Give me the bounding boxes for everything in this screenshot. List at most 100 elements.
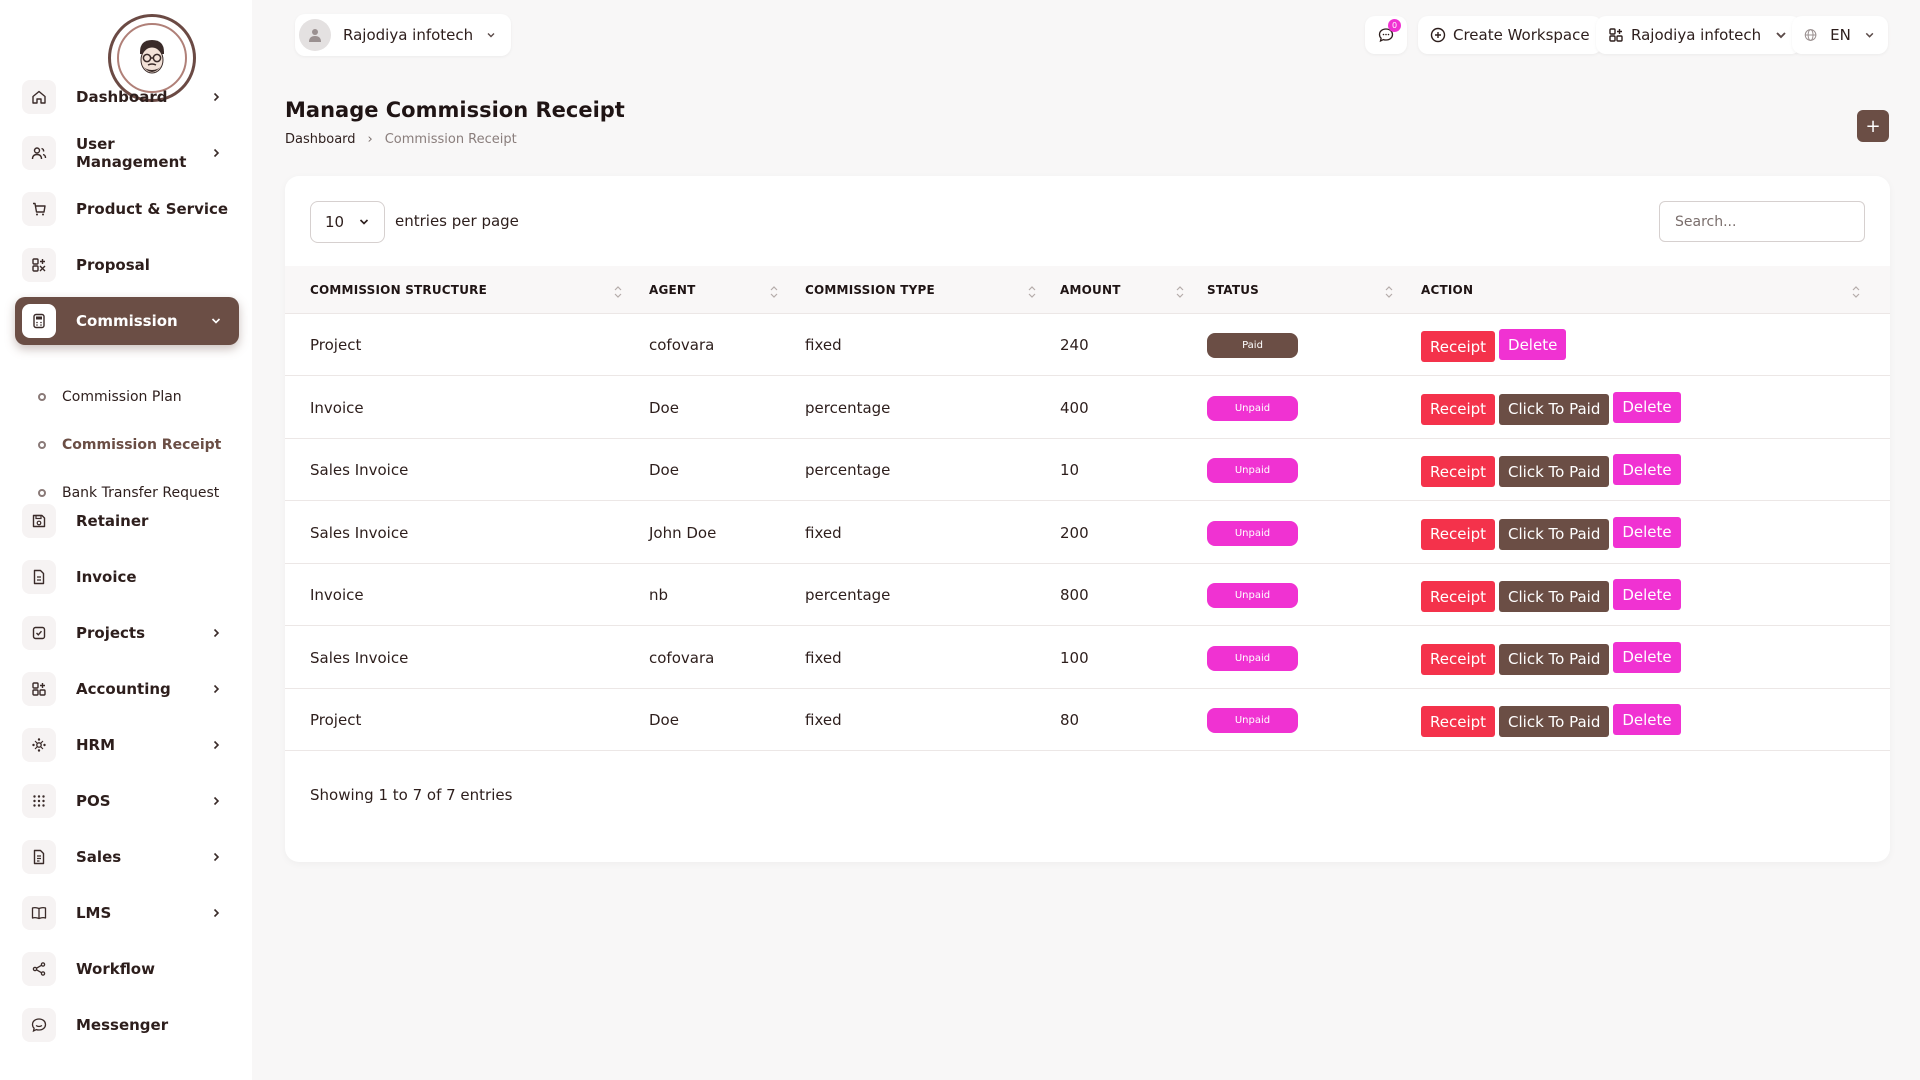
sidebar-item-workflow[interactable]: Workflow	[15, 945, 239, 993]
receipt-button[interactable]: Receipt	[1421, 331, 1496, 362]
click-to-paid-button[interactable]: Click To Paid	[1499, 393, 1610, 425]
plus-circle-icon	[1430, 27, 1446, 43]
language-switcher[interactable]: EN	[1792, 16, 1888, 54]
sidebar-item-product-service[interactable]: Product & Service	[15, 185, 239, 233]
delete-button[interactable]: Delete	[1499, 329, 1567, 360]
share-icon	[22, 952, 56, 986]
sort-icon[interactable]	[1385, 284, 1393, 298]
grid-plus-icon	[22, 672, 56, 706]
cell-type: percentage	[805, 586, 891, 604]
cell-amount: 240	[1060, 336, 1089, 354]
delete-button[interactable]: Delete	[1613, 516, 1681, 548]
sidebar-item-sales[interactable]: Sales	[15, 833, 239, 881]
click-to-paid-button[interactable]: Click To Paid	[1499, 643, 1610, 675]
column-header[interactable]: COMMISSION STRUCTURE	[310, 266, 487, 314]
workspace-switcher[interactable]: Rajodiya infotech	[295, 14, 512, 56]
chevron-down-icon	[359, 219, 369, 225]
messages-button[interactable]: 0	[1365, 16, 1407, 54]
delete-button[interactable]: Delete	[1613, 641, 1681, 673]
sidebar-item-label: HRM	[76, 736, 116, 754]
sidebar-item-label: Sales	[76, 848, 122, 866]
column-header[interactable]: AMOUNT	[1060, 266, 1121, 314]
receipt-button[interactable]: Receipt	[1421, 643, 1496, 675]
sidebar: Dashboard User Management Product & Servic…	[0, 0, 252, 1080]
sidebar-item-hrm[interactable]: HRM	[15, 721, 239, 769]
chevron-right-icon	[208, 625, 224, 641]
sidebar-item-lms[interactable]: LMS	[15, 889, 239, 937]
click-to-paid-button[interactable]: Click To Paid	[1499, 706, 1610, 737]
cell-type: fixed	[805, 711, 842, 729]
sort-icon[interactable]	[1852, 284, 1860, 298]
chevron-down-icon	[1776, 32, 1786, 39]
breadcrumb-dashboard-link[interactable]: Dashboard	[285, 132, 356, 147]
cell-agent: cofovara	[649, 648, 715, 667]
receipt-button[interactable]: Receipt	[1421, 581, 1496, 612]
sidebar-item-label: Projects	[76, 624, 146, 642]
row-actions: Receipt Click To Paid Delete	[1421, 641, 1685, 675]
company-switcher[interactable]: Rajodiya infotech	[1596, 16, 1802, 54]
cell-agent: Doe	[649, 461, 679, 479]
sidebar-item-projects[interactable]: Projects	[15, 609, 239, 657]
file-icon	[22, 560, 56, 594]
add-receipt-button[interactable]: +	[1857, 110, 1889, 142]
column-header[interactable]: STATUS	[1207, 266, 1259, 314]
sidebar-item-proposal[interactable]: Proposal	[15, 241, 239, 289]
cell-amount: 80	[1060, 711, 1080, 729]
sidebar-item-commission[interactable]: Commission	[15, 297, 239, 345]
cell-agent: Doe	[649, 398, 679, 417]
avatar	[299, 19, 331, 51]
status-badge: Unpaid	[1207, 708, 1298, 733]
sort-icon[interactable]	[1028, 284, 1036, 298]
sidebar-subitem-commission-plan[interactable]: Commission Plan	[38, 385, 182, 409]
receipt-button[interactable]: Receipt	[1421, 518, 1496, 550]
sidebar-item-label: Workflow	[76, 960, 155, 978]
chevron-right-icon	[208, 905, 224, 921]
cell-amount: 200	[1060, 523, 1089, 542]
sort-icon[interactable]	[770, 284, 778, 298]
column-header[interactable]: COMMISSION TYPE	[805, 266, 935, 314]
column-header[interactable]: ACTION	[1421, 266, 1473, 314]
sidebar-item-user-management[interactable]: User Management	[15, 129, 239, 177]
sidebar-subitem-bank-transfer-request[interactable]: Bank Transfer Request	[38, 481, 219, 505]
proposal-icon	[22, 248, 56, 282]
create-workspace-button[interactable]: Create Workspace	[1418, 16, 1602, 54]
sidebar-item-label: Commission	[76, 312, 178, 330]
sort-icon[interactable]	[614, 284, 622, 298]
sidebar-item-label: LMS	[76, 904, 112, 922]
sidebar-item-label: Proposal	[76, 256, 150, 274]
table-row: Invoice Doe percentage 400 Unpaid Receipt Clic…	[285, 377, 1890, 439]
entries-per-page-select[interactable]: 10	[310, 201, 385, 243]
receipt-button[interactable]: Receipt	[1421, 706, 1496, 737]
click-to-paid-button[interactable]: Click To Paid	[1499, 518, 1610, 550]
click-to-paid-button[interactable]: Click To Paid	[1499, 456, 1610, 487]
sidebar-item-dashboard[interactable]: Dashboard	[15, 73, 239, 121]
cell-amount: 10	[1060, 461, 1080, 479]
user-icon	[309, 29, 321, 42]
receipt-button[interactable]: Receipt	[1421, 456, 1496, 487]
sidebar-item-messenger[interactable]: Messenger	[15, 1001, 239, 1049]
chevron-down-icon	[208, 313, 224, 329]
sort-icon[interactable]	[1176, 284, 1184, 298]
table-row: Sales Invoice cofovara fixed 100 Unpaid Recei…	[285, 627, 1890, 689]
receipt-button[interactable]: Receipt	[1421, 393, 1496, 425]
bullet-icon	[38, 489, 46, 497]
cell-amount: 800	[1060, 586, 1089, 604]
delete-button[interactable]: Delete	[1613, 391, 1681, 423]
globe-icon	[1804, 29, 1817, 41]
delete-button[interactable]: Delete	[1613, 704, 1681, 735]
bullet-icon	[38, 441, 46, 449]
sidebar-subitem-commission-receipt[interactable]: Commission Receipt	[38, 433, 221, 457]
chevron-right-icon	[208, 793, 224, 809]
chevron-right-icon	[208, 737, 224, 753]
sidebar-item-invoice[interactable]: Invoice	[15, 553, 239, 601]
column-header[interactable]: AGENT	[649, 266, 696, 314]
sidebar-item-pos[interactable]: POS	[15, 777, 239, 825]
status-badge: Unpaid	[1207, 458, 1298, 483]
delete-button[interactable]: Delete	[1613, 579, 1681, 610]
delete-button[interactable]: Delete	[1613, 454, 1681, 485]
search-input[interactable]	[1659, 201, 1865, 242]
sidebar-item-accounting[interactable]: Accounting	[15, 665, 239, 713]
click-to-paid-button[interactable]: Click To Paid	[1499, 581, 1610, 612]
cell-type: fixed	[805, 523, 842, 542]
message-count-badge: 0	[1388, 19, 1401, 32]
